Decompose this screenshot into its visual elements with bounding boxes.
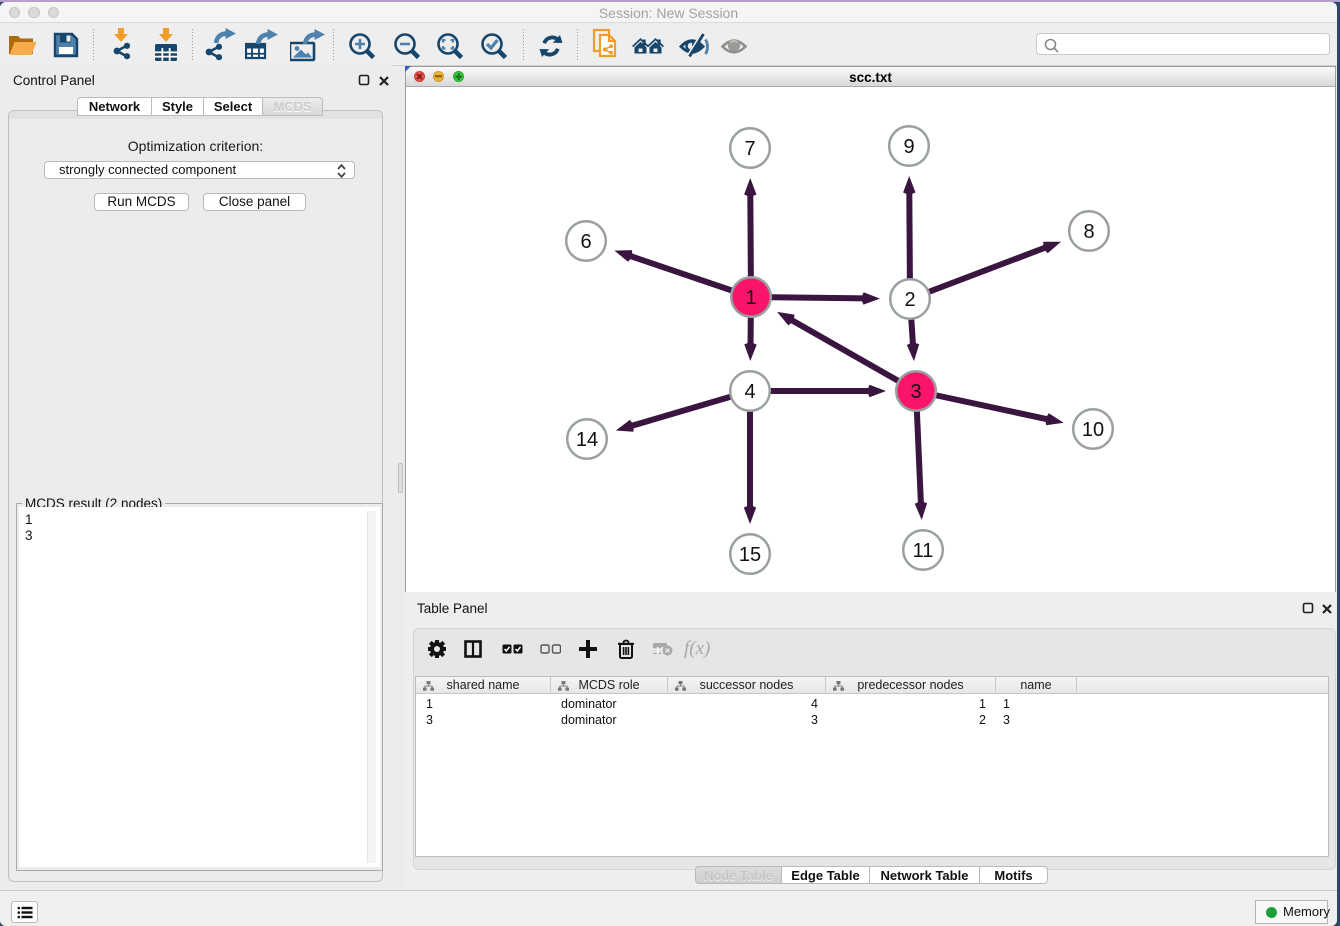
svg-text:9: 9	[903, 136, 914, 158]
svg-text:2: 2	[904, 289, 915, 311]
svg-text:1: 1	[745, 287, 756, 309]
svg-text:6: 6	[580, 231, 591, 253]
svg-text:15: 15	[739, 544, 761, 566]
svg-text:14: 14	[576, 429, 598, 451]
svg-text:4: 4	[744, 381, 755, 403]
svg-text:f(x): f(x)	[684, 638, 710, 659]
svg-text:8: 8	[1083, 221, 1094, 243]
svg-text:10: 10	[1082, 419, 1104, 441]
svg-text:3: 3	[910, 381, 921, 403]
svg-text:7: 7	[744, 138, 755, 160]
svg-text:11: 11	[913, 540, 934, 562]
